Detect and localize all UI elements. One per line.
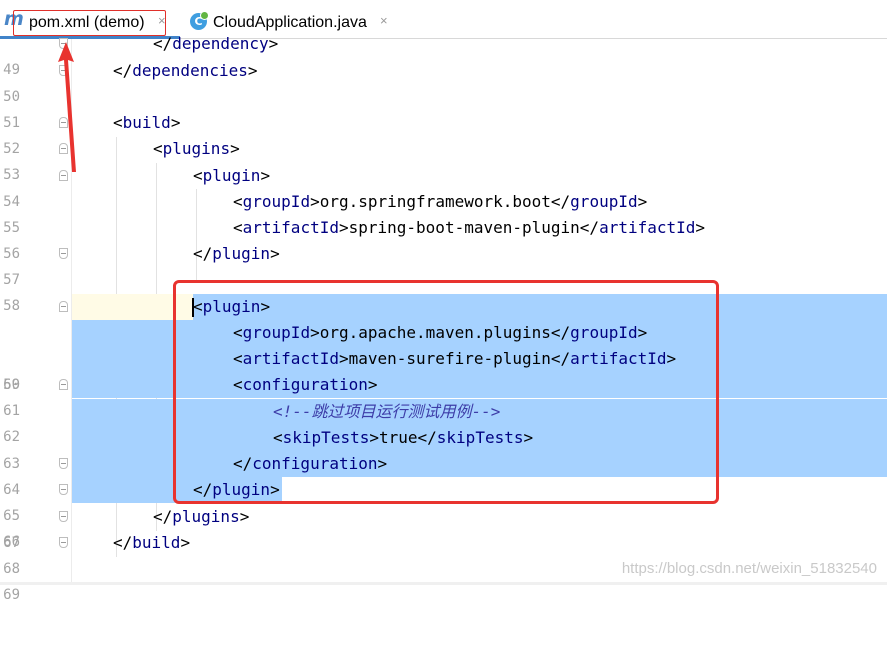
code-text: <plugin> — [193, 166, 271, 185]
code-text: <plugin> — [193, 297, 271, 316]
code-text: </plugins> — [153, 507, 250, 526]
code-line-49[interactable]: 49 </dependency> — [0, 31, 887, 78]
code-line-58[interactable]: 58 — [0, 267, 887, 314]
code-line-51[interactable]: 51 — [0, 84, 887, 131]
fold-icon[interactable] — [59, 301, 68, 312]
fold-icon[interactable] — [59, 170, 68, 181]
fold-icon[interactable] — [59, 484, 68, 495]
fold-icon[interactable] — [59, 537, 68, 548]
code-text: </dependency> — [153, 34, 279, 53]
fold-icon[interactable] — [59, 248, 68, 259]
code-text: </configuration> — [233, 454, 388, 473]
code-line-68[interactable]: 68 </build> — [0, 530, 887, 577]
selection-highlight — [72, 372, 887, 398]
code-text: </dependencies> — [113, 61, 258, 80]
code-line-67[interactable]: 67 </plugins> — [0, 504, 887, 551]
code-text: <artifactId>spring-boot-maven-plugin</ar… — [233, 218, 706, 237]
fold-icon[interactable] — [59, 38, 68, 49]
code-line-50[interactable]: 50 </dependencies> — [0, 58, 887, 105]
code-line-54[interactable]: 54 <plugin> — [0, 163, 887, 210]
code-text: <build> — [113, 113, 181, 132]
fold-icon[interactable] — [59, 458, 68, 469]
code-text: </plugin> — [193, 480, 280, 499]
close-icon[interactable]: × — [380, 13, 388, 29]
code-text: <groupId>org.springframework.boot</group… — [233, 192, 648, 211]
java-class-icon: C — [190, 11, 209, 30]
selection-highlight — [72, 451, 887, 477]
code-text: <plugins> — [153, 139, 240, 158]
code-text: <configuration> — [233, 375, 378, 394]
code-line-61[interactable]: 61 <artifactId>maven-surefire-plugin</ar… — [0, 346, 887, 419]
line-number: 69 — [3, 587, 20, 603]
code-editor[interactable]: 49 </dependency> 50 </dependencies> 51 5… — [0, 34, 887, 603]
code-text: <artifactId>maven-surefire-plugin</artif… — [233, 349, 677, 368]
fold-icon[interactable] — [59, 143, 68, 154]
code-line-56[interactable]: 56 <artifactId>spring-boot-maven-plugin<… — [0, 215, 887, 262]
code-text: </build> — [113, 533, 191, 552]
code-text: <groupId>org.apache.maven.plugins</group… — [233, 323, 648, 342]
code-line-52[interactable]: 52 <build> — [0, 110, 887, 157]
selection-highlight — [193, 294, 887, 320]
code-line-65[interactable]: 65 </configuration> — [0, 451, 887, 524]
code-line-55[interactable]: 55 <groupId>org.springframework.boot</gr… — [0, 189, 887, 236]
tab-cloud-application-label: CloudApplication.java — [213, 14, 367, 31]
code-line-57[interactable]: 57 </plugin> — [0, 241, 887, 288]
code-line-64[interactable]: 64 <skipTests>true</skipTests> — [0, 425, 887, 498]
fold-icon[interactable] — [59, 117, 68, 128]
fold-icon[interactable] — [59, 65, 68, 76]
code-line-66[interactable]: 66 </plugin> — [0, 477, 887, 550]
code-text: <skipTests>true</skipTests> — [273, 428, 534, 447]
code-line-60[interactable]: 60 <groupId>org.apache.maven.plugins</gr… — [0, 320, 887, 393]
watermark: https://blog.csdn.net/weixin_51832540 — [621, 560, 877, 577]
code-comment: <!--跳过项目运行测试用例--> — [273, 402, 501, 421]
fold-icon[interactable] — [59, 511, 68, 522]
fold-icon[interactable] — [59, 379, 68, 390]
code-line-63[interactable]: 63 <!--跳过项目运行测试用例--> — [0, 399, 887, 472]
code-line-62[interactable]: 62 <configuration> — [0, 372, 887, 445]
code-line-53[interactable]: 53 <plugins> — [0, 136, 887, 183]
code-text: </plugin> — [193, 244, 280, 263]
code-line-59[interactable]: 59 <plugin> — [0, 294, 887, 393]
